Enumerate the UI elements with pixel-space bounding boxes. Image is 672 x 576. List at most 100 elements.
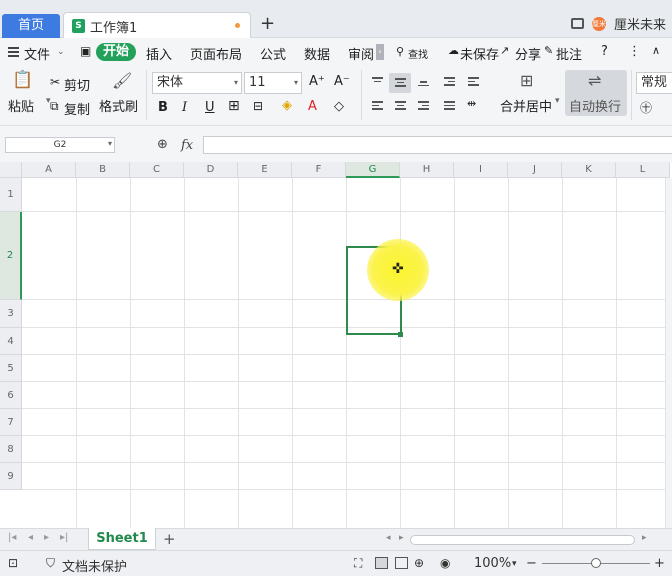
column-header-l[interactable]: L: [616, 162, 670, 178]
menu-file[interactable]: 文件: [24, 44, 50, 63]
user-name[interactable]: 厘米未来: [614, 14, 666, 33]
column-header-a[interactable]: A: [22, 162, 76, 178]
underline-button[interactable]: U: [205, 100, 215, 115]
decrease-font-button[interactable]: A⁻: [334, 74, 350, 89]
row-header-2[interactable]: 2: [0, 212, 22, 300]
save-icon[interactable]: ▣: [80, 44, 91, 58]
align-center-icon[interactable]: [395, 101, 406, 112]
column-header-e[interactable]: E: [238, 162, 292, 178]
formula-input[interactable]: [203, 136, 672, 154]
sheet-tab[interactable]: Sheet1: [88, 528, 156, 550]
column-header-g[interactable]: G: [346, 162, 400, 178]
tab-document[interactable]: S 工作簿1: [63, 12, 251, 38]
column-header-d[interactable]: D: [184, 162, 238, 178]
sheet-last-icon[interactable]: ▸|: [60, 532, 68, 543]
share-button[interactable]: 分享: [515, 44, 541, 63]
column-header-j[interactable]: J: [508, 162, 562, 178]
add-sheet-button[interactable]: +: [163, 530, 176, 548]
column-header-k[interactable]: K: [562, 162, 616, 178]
clear-icon[interactable]: ◇: [334, 99, 344, 114]
align-middle-icon[interactable]: [395, 78, 406, 89]
row-header-6[interactable]: 6: [0, 382, 22, 409]
reading-view-icon[interactable]: ⊕: [414, 556, 424, 570]
row-header-4[interactable]: 4: [0, 328, 22, 355]
font-size-select[interactable]: 11 ▾: [244, 72, 302, 94]
chevron-down-icon[interactable]: ▾: [108, 139, 112, 148]
chevron-down-icon[interactable]: ▾: [512, 559, 517, 569]
spreadsheet-grid[interactable]: ABCDEFGHIJKL 123456789 ✜: [0, 162, 672, 528]
row-header-5[interactable]: 5: [0, 355, 22, 382]
help-button[interactable]: ?: [601, 44, 608, 59]
eye-protect-icon[interactable]: ◉: [440, 556, 450, 570]
border-icon[interactable]: ⊞: [228, 98, 240, 114]
fullscreen-icon[interactable]: ⛶: [354, 556, 362, 571]
menu-start[interactable]: 开始: [96, 43, 136, 61]
fill-handle[interactable]: [398, 332, 403, 337]
select-all-corner[interactable]: [0, 162, 22, 178]
bold-button[interactable]: B: [158, 100, 168, 115]
chevron-down-icon[interactable]: ⌄: [57, 47, 65, 57]
column-header-h[interactable]: H: [400, 162, 454, 178]
menu-page-layout[interactable]: 页面布局: [190, 44, 242, 63]
align-right-icon[interactable]: [418, 101, 429, 112]
merge-center-button[interactable]: 合并居中: [500, 96, 552, 115]
column-header-f[interactable]: F: [292, 162, 346, 178]
insert-function-button[interactable]: fx: [181, 138, 193, 153]
scroll-right-icon[interactable]: ▸: [399, 533, 404, 543]
format-painter-button[interactable]: 格式刷: [99, 96, 138, 115]
menu-review[interactable]: 审阅: [348, 44, 374, 63]
search-button[interactable]: 查找: [408, 46, 428, 61]
tab-home[interactable]: 首页: [2, 14, 60, 38]
currency-icon[interactable]: ㊉: [640, 99, 652, 116]
indent-decrease-icon[interactable]: [444, 77, 455, 88]
paste-icon[interactable]: 📋: [12, 70, 33, 90]
menu-insert[interactable]: 插入: [146, 44, 172, 63]
paste-button[interactable]: 粘贴: [8, 96, 34, 115]
menu-icon[interactable]: [8, 47, 19, 59]
copy-button[interactable]: 复制: [64, 99, 90, 118]
zoom-slider-knob[interactable]: [591, 558, 601, 568]
zoom-in-button[interactable]: +: [654, 556, 665, 571]
merge-dropdown-icon[interactable]: ▾: [555, 96, 560, 106]
column-header-i[interactable]: I: [454, 162, 508, 178]
scroll-left-icon[interactable]: ◂: [386, 533, 391, 543]
column-header-c[interactable]: C: [130, 162, 184, 178]
avatar[interactable]: 厘米: [591, 16, 606, 31]
cut-button[interactable]: 剪切: [64, 75, 90, 94]
increase-font-button[interactable]: A⁺: [309, 74, 325, 89]
zoom-out-button[interactable]: −: [526, 556, 537, 571]
macro-icon[interactable]: ⊡: [8, 556, 18, 570]
scroll-right-end-icon[interactable]: ▸: [642, 533, 647, 543]
window-layout-icon[interactable]: [570, 18, 584, 29]
more-icon[interactable]: ⋮: [628, 44, 641, 59]
horizontal-scrollbar[interactable]: [410, 535, 635, 545]
fill-color-icon[interactable]: ◈: [282, 98, 292, 113]
column-header-b[interactable]: B: [76, 162, 130, 178]
document-protect-status[interactable]: 文档未保护: [62, 556, 127, 575]
row-header-7[interactable]: 7: [0, 409, 22, 436]
row-header-9[interactable]: 9: [0, 463, 22, 490]
vertical-scrollbar[interactable]: [665, 178, 672, 528]
align-left-icon[interactable]: [372, 101, 383, 112]
unsaved-button[interactable]: 未保存: [460, 44, 499, 63]
zoom-level[interactable]: 100%: [474, 556, 511, 571]
align-top-icon[interactable]: [372, 77, 383, 84]
row-header-3[interactable]: 3: [0, 300, 22, 328]
number-format-select[interactable]: 常规: [636, 72, 672, 94]
italic-button[interactable]: I: [182, 100, 187, 115]
justify-icon[interactable]: [444, 101, 455, 112]
name-box[interactable]: G2: [5, 137, 115, 153]
menu-scroll-right[interactable]: ›: [376, 44, 384, 60]
sheet-next-icon[interactable]: ▸: [44, 532, 49, 543]
new-tab-button[interactable]: +: [260, 14, 275, 34]
menu-data[interactable]: 数据: [304, 44, 330, 63]
cell-style-icon[interactable]: ⊟: [253, 99, 263, 113]
collapse-ribbon-icon[interactable]: ∧: [652, 44, 660, 57]
search-icon[interactable]: ⚲: [396, 45, 404, 58]
indent-increase-icon[interactable]: [468, 77, 479, 88]
distribute-icon[interactable]: ⇹: [467, 97, 476, 110]
normal-view-icon[interactable]: [375, 557, 388, 569]
row-header-1[interactable]: 1: [0, 178, 22, 212]
menu-formula[interactable]: 公式: [260, 44, 286, 63]
sheet-first-icon[interactable]: |◂: [8, 532, 16, 543]
